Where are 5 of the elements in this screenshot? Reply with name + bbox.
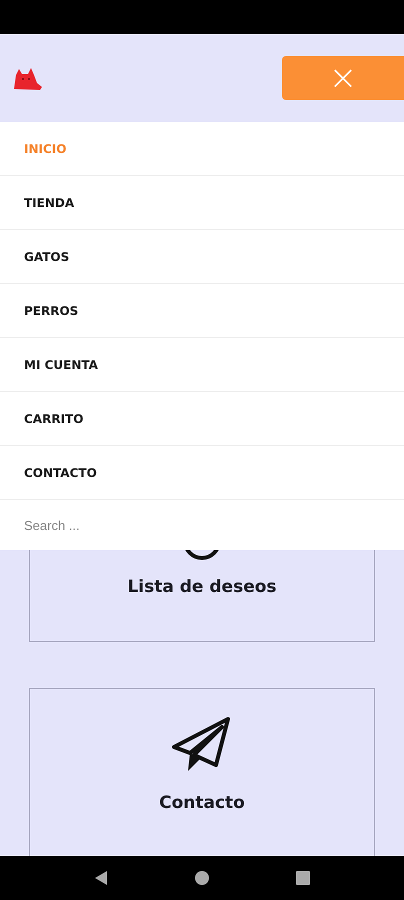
card-label: Lista de deseos — [127, 577, 277, 597]
recents-icon[interactable] — [296, 871, 310, 885]
card-label: Contacto — [159, 793, 245, 813]
home-icon[interactable] — [194, 871, 209, 885]
back-icon[interactable] — [94, 870, 108, 886]
